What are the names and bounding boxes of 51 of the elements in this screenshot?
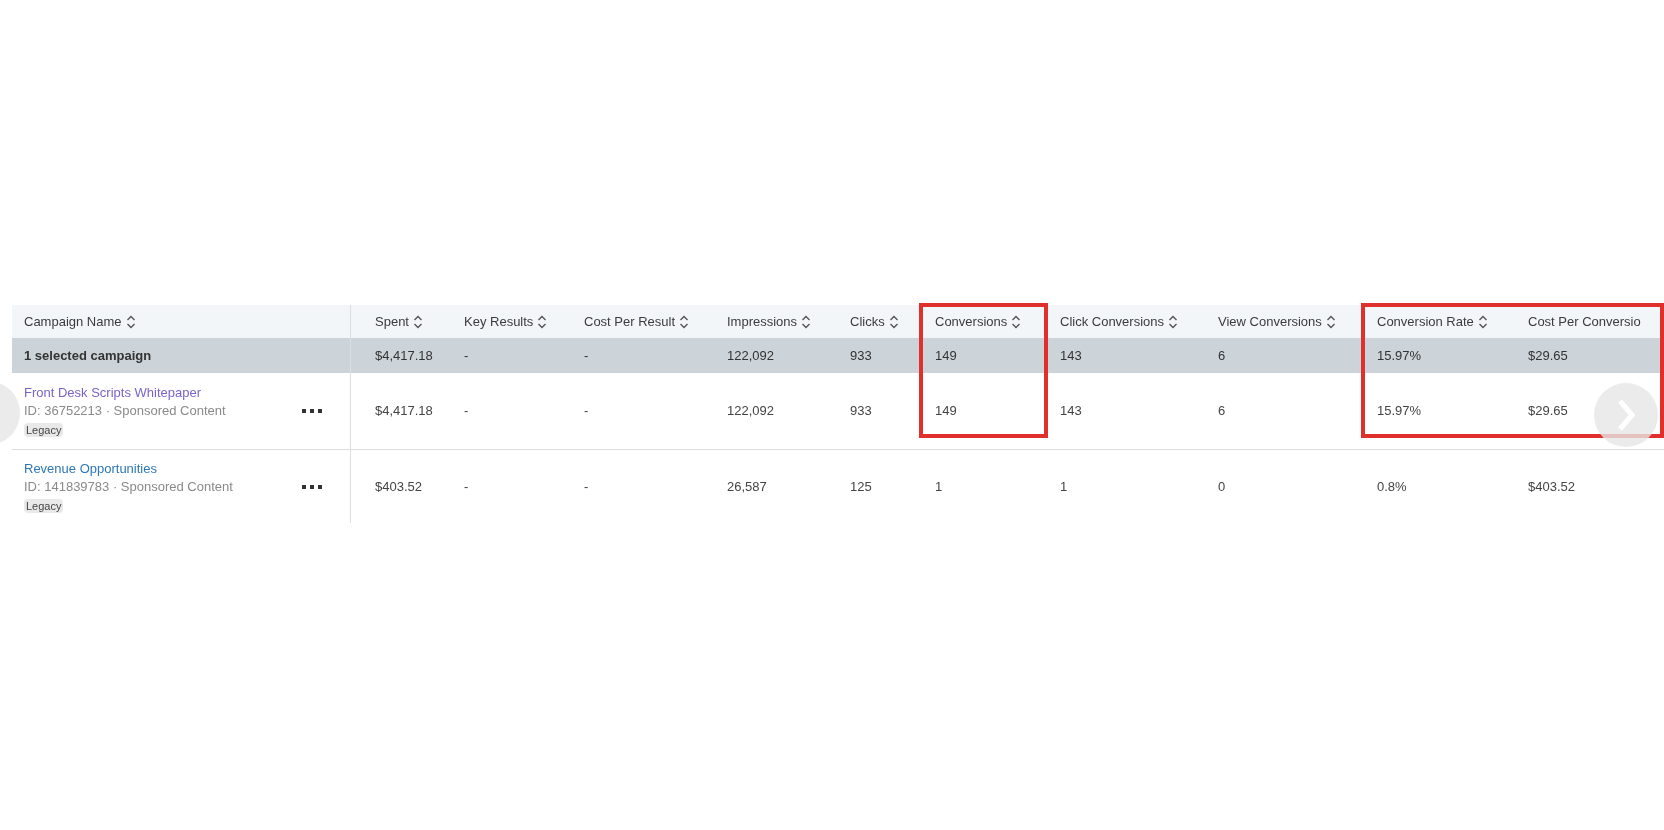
legacy-badge: Legacy — [24, 423, 64, 437]
sort-icon — [679, 314, 690, 329]
summary-cell: - — [572, 338, 715, 373]
table-cell-text: $403.52 — [374, 477, 423, 496]
summary-cell: $4,417.18 — [351, 338, 452, 373]
sort-icon — [413, 314, 423, 329]
table-cell-text: 0 — [1217, 477, 1227, 496]
sort-icon — [125, 314, 136, 329]
campaign-id: ID: 141839783 · Sponsored Content — [24, 478, 234, 495]
table-cell-text: $403.52 — [1527, 477, 1576, 496]
table-cell: 122,092 — [715, 373, 838, 450]
summary-cell: 15.97% — [1365, 338, 1516, 373]
sort-icon — [1168, 314, 1179, 329]
legacy-badge: Legacy — [24, 498, 64, 513]
table-cell-text: 0.8% — [1376, 477, 1408, 496]
summary-cell: 122,092 — [715, 338, 838, 373]
table-cell: - — [572, 373, 715, 450]
column-header[interactable]: Conversion Rate — [1365, 305, 1516, 338]
table-cell: $4,417.18 — [351, 373, 452, 450]
campaign-link[interactable]: Revenue Opportunities — [24, 460, 157, 477]
sort-icon — [1325, 314, 1336, 329]
column-header[interactable]: Cost Per Result — [572, 305, 715, 338]
summary-label: 1 selected campaign — [12, 338, 351, 373]
sort-icon — [801, 314, 812, 329]
table-cell-text: 26,587 — [726, 477, 768, 496]
column-header[interactable]: Impressions — [715, 305, 838, 338]
table-cell: 143 — [1048, 373, 1206, 450]
sort-icon — [1011, 314, 1022, 329]
more-icon — [302, 409, 322, 413]
campaign-link[interactable]: Front Desk Scripts Whitepaper — [24, 385, 201, 401]
table-cell: - — [452, 373, 572, 450]
campaign-id: ID: 36752213 · Sponsored Content — [24, 403, 227, 419]
table-cell: 149 — [923, 373, 1048, 450]
sort-icon — [888, 314, 899, 329]
summary-cell: 143 — [1048, 338, 1206, 373]
summary-cell: - — [452, 338, 572, 373]
table-cell-text: - — [463, 477, 470, 496]
column-header[interactable]: Spent — [351, 305, 452, 338]
column-header[interactable]: Key Results — [452, 305, 572, 338]
column-header[interactable]: Campaign Name — [12, 305, 351, 338]
sort-icon — [537, 314, 548, 329]
table-cell: 15.97% — [1365, 373, 1516, 450]
more-icon — [302, 484, 322, 489]
table-cell-text: 1 — [934, 477, 944, 496]
sort-icon — [1477, 314, 1488, 329]
table-cell: 6 — [1206, 373, 1365, 450]
column-header[interactable]: Click Conversions — [1048, 305, 1206, 338]
table-cell-text: 125 — [849, 477, 873, 496]
table-cell-text: - — [583, 477, 590, 496]
table-cell-text: 1 — [1059, 477, 1069, 496]
table-cell: 933 — [838, 373, 923, 450]
